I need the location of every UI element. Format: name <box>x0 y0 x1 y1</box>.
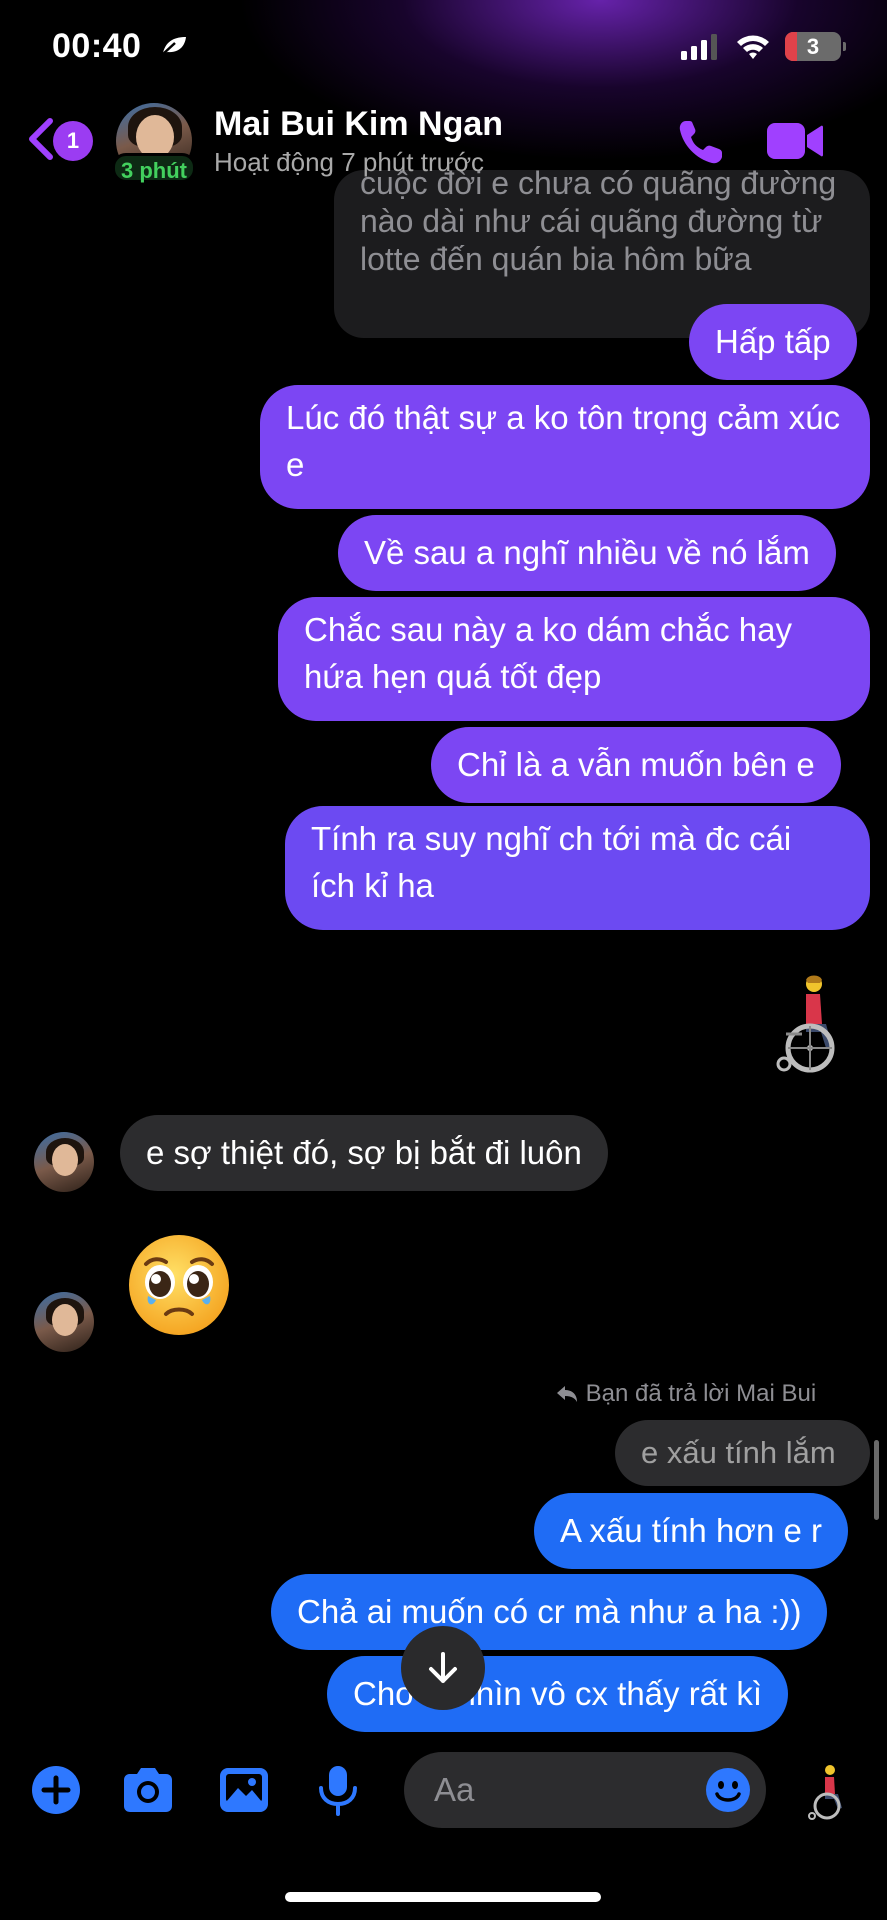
wheelchair-like-icon[interactable] <box>804 1764 852 1820</box>
emoji-smile-icon[interactable] <box>704 1766 752 1814</box>
status-time: 00:40 <box>52 27 142 65</box>
sent-message[interactable]: Chắc sau này a ko dám chắc hay hứa hẹn q… <box>278 597 870 721</box>
contact-avatar-small[interactable] <box>34 1292 94 1352</box>
sent-message[interactable]: A xấu tính hơn e r <box>534 1493 848 1569</box>
microphone-icon[interactable] <box>310 1762 366 1818</box>
chat-header: 1 3 phút Mai Bui Kim Ngan Hoạt động 7 ph… <box>0 95 887 190</box>
replied-to-message[interactable]: e xấu tính lắm <box>615 1420 870 1486</box>
sent-message[interactable]: Tính ra suy nghĩ ch tới mà đc cái ích kỉ… <box>285 806 870 930</box>
received-message[interactable]: e sợ thiệt đó, sợ bị bắt đi luôn <box>120 1115 608 1191</box>
sent-message[interactable]: Hấp tấp <box>689 304 857 380</box>
battery-icon: 3 <box>785 32 846 61</box>
reply-arrow-icon <box>557 1386 577 1402</box>
person-in-wheelchair-emoji[interactable] <box>776 974 848 1074</box>
pleading-face-emoji[interactable] <box>126 1232 232 1338</box>
contact-avatar-small[interactable] <box>34 1132 94 1192</box>
signal-icon <box>681 34 717 60</box>
scrollbar[interactable] <box>874 1440 879 1520</box>
status-bar: 00:40 3 <box>0 0 887 95</box>
message-input-container <box>404 1752 766 1828</box>
leaf-icon <box>162 37 186 55</box>
contact-status: Hoạt động 7 phút trước <box>214 147 485 177</box>
message-composer <box>0 1740 887 1840</box>
phone-call-icon[interactable] <box>676 117 726 167</box>
active-time-badge: 3 phút <box>112 153 196 183</box>
plus-icon[interactable] <box>28 1762 84 1818</box>
message-input[interactable] <box>434 1766 684 1814</box>
video-call-icon[interactable] <box>765 119 825 163</box>
arrow-down-icon <box>429 1652 457 1683</box>
sent-message[interactable]: Chỉ là a vẫn muốn bên e <box>431 727 841 803</box>
sent-message[interactable]: Về sau a nghĩ nhiều về nó lắm <box>338 515 836 591</box>
sent-message[interactable]: Cho ai nhìn vô cx thấy rất kì <box>327 1656 789 1732</box>
camera-icon[interactable] <box>120 1762 176 1818</box>
sent-message[interactable]: Lúc đó thật sự a ko tôn trọng cảm xúc e <box>260 385 870 509</box>
contact-name[interactable]: Mai Bui Kim Ngan <box>214 105 503 144</box>
reply-context-label: Bạn đã trả lời Mai Bui <box>555 1380 816 1408</box>
wifi-icon <box>737 35 769 59</box>
scroll-to-bottom-button[interactable] <box>401 1626 485 1710</box>
gallery-icon[interactable] <box>216 1762 272 1818</box>
back-chevron-icon[interactable] <box>26 117 56 161</box>
unread-count-badge[interactable]: 1 <box>53 121 93 161</box>
home-indicator[interactable] <box>285 1892 601 1902</box>
sent-message[interactable]: Chả ai muốn có cr mà như a ha :)) <box>271 1574 828 1650</box>
